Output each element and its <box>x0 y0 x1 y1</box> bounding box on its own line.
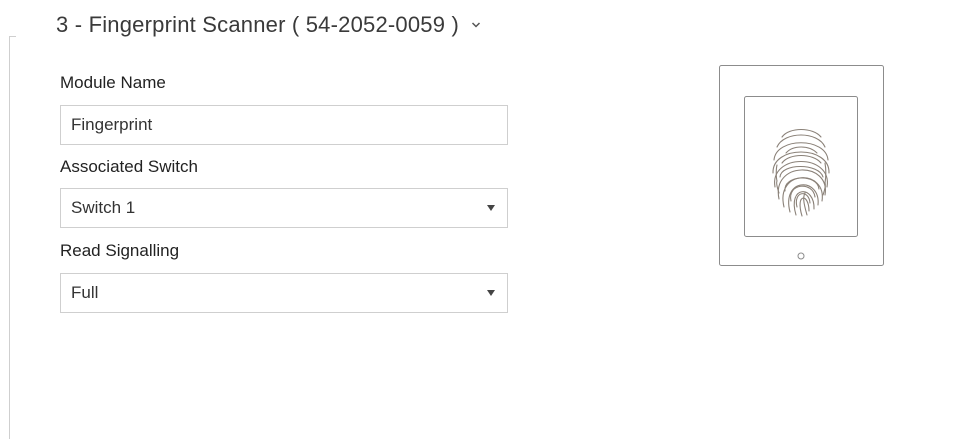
associated-switch-value: Switch 1 <box>71 198 136 217</box>
associated-switch-select[interactable]: Switch 1 <box>60 188 508 228</box>
chevron-down-icon[interactable] <box>471 21 481 29</box>
read-signalling-label: Read Signalling <box>60 241 180 260</box>
caret-down-icon <box>487 290 495 296</box>
read-signalling-select[interactable]: Full <box>60 273 508 313</box>
section-title: 3 - Fingerprint Scanner ( 54-2052-0059 ) <box>56 12 459 37</box>
fingerprint-module-icon <box>719 65 884 266</box>
read-signalling-value: Full <box>71 283 99 302</box>
section-left-tick <box>9 36 16 37</box>
module-name-input[interactable] <box>60 105 508 145</box>
section-left-rule <box>9 36 10 439</box>
module-name-label: Module Name <box>60 73 166 92</box>
associated-switch-label: Associated Switch <box>60 157 198 176</box>
section-header[interactable]: 3 - Fingerprint Scanner ( 54-2052-0059 ) <box>56 12 481 38</box>
caret-down-icon <box>487 205 495 211</box>
